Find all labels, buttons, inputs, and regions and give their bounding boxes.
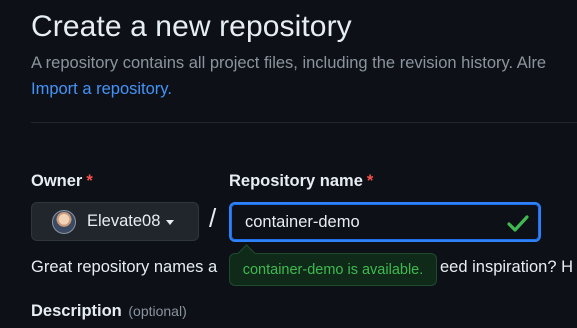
owner-name: Elevate08 (87, 212, 161, 230)
description-optional-text: (optional) (128, 303, 187, 319)
owner-label-text: Owner (31, 172, 83, 190)
avatar (52, 209, 76, 234)
hint-right-text: eed inspiration? H (440, 258, 573, 276)
import-repository-link[interactable]: Import a repository. (31, 80, 172, 99)
owner-label: Owner * (31, 172, 93, 191)
tooltip-arrow (237, 244, 256, 263)
repository-name-value[interactable]: container-demo (245, 213, 360, 232)
description-label-text: Description (31, 302, 122, 320)
repository-name-label-text: Repository name (229, 172, 363, 190)
availability-tooltip: container-demo is available. (229, 244, 437, 286)
chevron-down-icon (166, 220, 175, 225)
page-title: Create a new repository (31, 10, 352, 43)
repository-name-input[interactable]: container-demo (229, 202, 541, 242)
description-label: Description (optional) (31, 302, 187, 321)
repository-name-required-mark: * (366, 172, 374, 190)
owner-required-mark: * (86, 172, 93, 190)
create-repository-page: Create a new repository A repository con… (0, 0, 577, 328)
owner-dropdown[interactable]: Elevate08 (31, 202, 199, 241)
hint-left-text: Great repository names a (31, 258, 218, 276)
repository-name-hint: Great repository names a eed inspiration… (31, 258, 573, 277)
page-subtitle: A repository contains all project files,… (31, 54, 547, 72)
availability-message: container-demo is available. (242, 261, 424, 278)
check-icon (507, 215, 529, 232)
owner-repo-separator: / (209, 203, 217, 233)
repository-name-label: Repository name * (229, 172, 373, 191)
section-divider (31, 122, 577, 123)
